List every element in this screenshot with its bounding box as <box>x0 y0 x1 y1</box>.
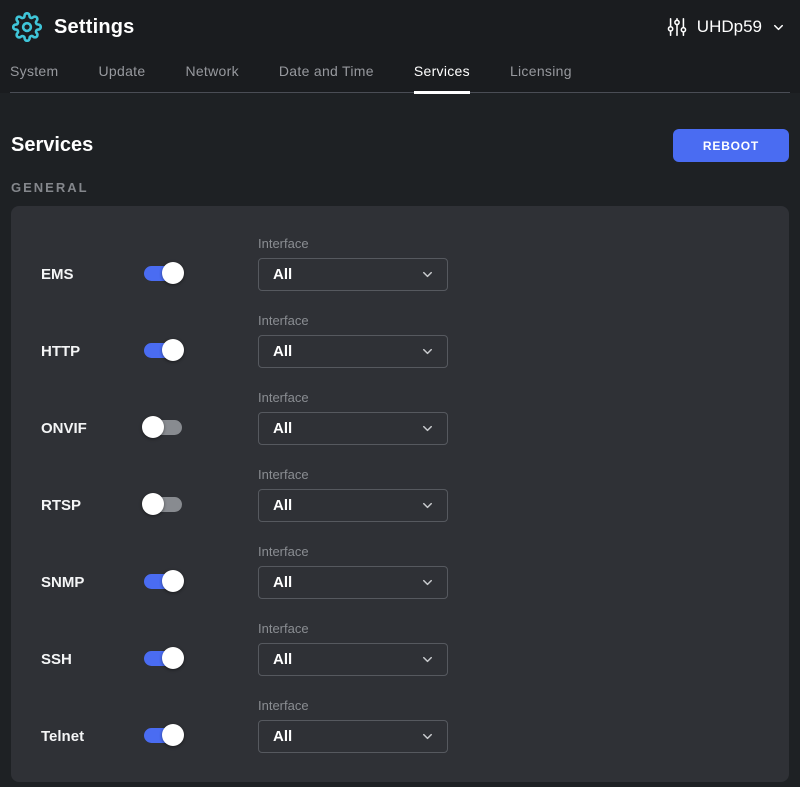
service-name-label: SSH <box>41 643 72 676</box>
page-title: Services <box>11 134 93 157</box>
tab[interactable]: Services <box>414 63 470 92</box>
title-row: Services REBOOT <box>11 129 789 162</box>
reboot-button[interactable]: REBOOT <box>673 129 789 162</box>
app-title: Settings <box>54 16 135 39</box>
service-toggle[interactable] <box>144 574 182 589</box>
service-row: SSH Interface All <box>11 615 789 692</box>
service-toggle[interactable] <box>144 266 182 281</box>
interface-label: Interface <box>258 621 448 636</box>
interface-select-value: All <box>273 651 292 668</box>
interface-label: Interface <box>258 698 448 713</box>
interface-select-value: All <box>273 420 292 437</box>
toggle-knob <box>162 339 184 361</box>
interface-field: Interface All <box>258 621 448 676</box>
chevron-down-icon <box>420 652 435 667</box>
interface-select[interactable]: All <box>258 335 448 368</box>
interface-label: Interface <box>258 236 448 251</box>
interface-select-value: All <box>273 728 292 745</box>
interface-select[interactable]: All <box>258 258 448 291</box>
interface-label: Interface <box>258 390 448 405</box>
service-toggle[interactable] <box>144 343 182 358</box>
device-name: UHDp59 <box>697 17 762 37</box>
toggle-knob <box>162 647 184 669</box>
toggle-knob <box>142 416 164 438</box>
toggle-knob <box>162 262 184 284</box>
service-row: RTSP Interface All <box>11 461 789 538</box>
device-selector[interactable]: UHDp59 <box>666 16 786 38</box>
services-card: EMS Interface All HTTP <box>11 206 789 782</box>
chevron-down-icon <box>420 267 435 282</box>
interface-select[interactable]: All <box>258 720 448 753</box>
service-row: SNMP Interface All <box>11 538 789 615</box>
interface-select[interactable]: All <box>258 643 448 676</box>
toggle-knob <box>142 493 164 515</box>
tab[interactable]: Network <box>185 63 238 92</box>
service-row: HTTP Interface All <box>11 307 789 384</box>
interface-field: Interface All <box>258 467 448 522</box>
service-toggle[interactable] <box>144 497 182 512</box>
interface-select-value: All <box>273 497 292 514</box>
tab-bar: System Update Network Date and Time Serv… <box>10 54 790 93</box>
interface-select-value: All <box>273 343 292 360</box>
service-name-label: RTSP <box>41 489 81 522</box>
services-page: Services REBOOT GENERAL EMS Interface Al… <box>0 129 800 782</box>
interface-field: Interface All <box>258 236 448 291</box>
chevron-down-icon <box>420 729 435 744</box>
interface-field: Interface All <box>258 313 448 368</box>
interface-select[interactable]: All <box>258 412 448 445</box>
toggle-knob <box>162 570 184 592</box>
tab[interactable]: System <box>10 63 58 92</box>
gear-icon <box>11 11 43 43</box>
service-name-label: SNMP <box>41 566 84 599</box>
interface-select[interactable]: All <box>258 566 448 599</box>
service-name-label: Telnet <box>41 720 84 753</box>
interface-label: Interface <box>258 313 448 328</box>
service-row: Telnet Interface All <box>11 692 789 769</box>
tab[interactable]: Update <box>98 63 145 92</box>
chevron-down-icon <box>420 575 435 590</box>
interface-label: Interface <box>258 544 448 559</box>
tab[interactable]: Licensing <box>510 63 572 92</box>
interface-select-value: All <box>273 574 292 591</box>
chevron-down-icon <box>420 498 435 513</box>
app-header: Settings UHDp59 <box>0 0 800 54</box>
section-label-general: GENERAL <box>11 180 789 195</box>
tab-bar-container: System Update Network Date and Time Serv… <box>0 54 800 93</box>
sliders-icon <box>666 16 688 38</box>
service-toggle[interactable] <box>144 651 182 666</box>
chevron-down-icon <box>420 344 435 359</box>
service-toggle[interactable] <box>144 728 182 743</box>
toggle-knob <box>162 724 184 746</box>
chevron-down-icon <box>771 20 786 35</box>
service-row: ONVIF Interface All <box>11 384 789 461</box>
tab[interactable]: Date and Time <box>279 63 374 92</box>
service-toggle[interactable] <box>144 420 182 435</box>
service-row: EMS Interface All <box>11 230 789 307</box>
service-name-label: HTTP <box>41 335 80 368</box>
interface-label: Interface <box>258 467 448 482</box>
service-name-label: ONVIF <box>41 412 87 445</box>
interface-select[interactable]: All <box>258 489 448 522</box>
interface-field: Interface All <box>258 390 448 445</box>
chevron-down-icon <box>420 421 435 436</box>
interface-field: Interface All <box>258 698 448 753</box>
service-name-label: EMS <box>41 258 74 291</box>
interface-field: Interface All <box>258 544 448 599</box>
interface-select-value: All <box>273 266 292 283</box>
